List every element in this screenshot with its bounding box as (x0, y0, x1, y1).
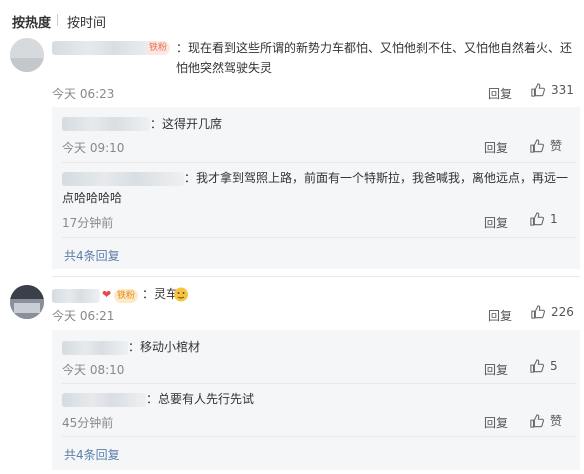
like-count: 1 (550, 212, 558, 226)
like-label: 赞 (550, 414, 563, 428)
show-all-replies-link[interactable]: 共4条回复 (64, 446, 120, 463)
divider (62, 436, 576, 437)
reply-username[interactable] (62, 117, 150, 131)
reply-time: 45分钟前 (62, 416, 114, 430)
comment-divider (52, 276, 580, 277)
sort-by-hot-tab[interactable]: 按热度 (12, 12, 51, 31)
fan-badge: 铁粉 (114, 289, 139, 303)
reply-button[interactable]: 回复 (484, 214, 508, 231)
reply-button[interactable]: 回复 (484, 139, 508, 156)
like-button[interactable]: 226 (531, 305, 574, 319)
divider (62, 383, 576, 384)
reply-button[interactable]: 回复 (484, 414, 508, 431)
username[interactable] (52, 41, 156, 55)
reply-button[interactable]: 回复 (484, 361, 508, 378)
thumbs-up-icon (530, 212, 544, 226)
reply-time: 今天 08:10 (62, 363, 125, 377)
divider (62, 237, 576, 238)
comment-time: 今天 06:23 (52, 87, 115, 101)
thumbs-up-icon (530, 359, 544, 373)
comment-text: ：现在看到这些所谓的新势力车都怕、又怕他刹不住、又怕他自然着火、还怕他突然驾驶失… (176, 41, 573, 75)
reply-username[interactable] (62, 393, 146, 407)
sort-by-time-tab[interactable]: 按时间 (67, 12, 106, 31)
avatar-image-icon (10, 38, 44, 72)
reply-username[interactable] (62, 341, 128, 355)
emoji-icon (174, 287, 188, 302)
avatar[interactable] (10, 38, 44, 72)
show-all-replies-link[interactable]: 共4条回复 (64, 247, 120, 264)
avatar[interactable] (10, 285, 44, 319)
like-button[interactable]: 1 (530, 212, 558, 226)
thumbs-up-icon (530, 138, 544, 153)
username[interactable] (52, 289, 100, 303)
like-button[interactable]: 赞 (530, 412, 562, 429)
reply-time: 17分钟前 (62, 216, 114, 230)
like-button[interactable]: 赞 (530, 137, 562, 154)
reply-text: ：我才拿到驾照上路，前面有一个特斯拉，我爸喊我，离他远点，再远一点哈哈哈哈 (62, 171, 569, 205)
reply-button[interactable]: 回复 (488, 307, 512, 324)
reply-text: ：移动小棺材 (128, 340, 201, 354)
reply-text: ：总要有人先行先试 (146, 392, 255, 406)
thumbs-up-icon (531, 305, 545, 319)
like-count: 5 (550, 359, 558, 373)
fan-badge: 铁粉 (146, 41, 171, 55)
divider (62, 162, 576, 163)
comment-time: 今天 06:21 (52, 309, 115, 323)
reply-time: 今天 09:10 (62, 141, 125, 155)
like-count: 226 (551, 305, 574, 319)
reply-text: ：这得开几席 (150, 117, 223, 131)
like-count: 331 (551, 83, 574, 97)
heart-icon: ❤ (102, 288, 112, 301)
like-button[interactable]: 5 (530, 359, 558, 373)
thumbs-up-icon (531, 83, 545, 97)
thumbs-up-icon (530, 413, 544, 428)
reply-button[interactable]: 回复 (488, 85, 512, 102)
avatar-image-icon (10, 285, 44, 319)
sort-divider (57, 14, 58, 26)
like-label: 赞 (550, 139, 563, 153)
like-button[interactable]: 331 (531, 83, 574, 97)
